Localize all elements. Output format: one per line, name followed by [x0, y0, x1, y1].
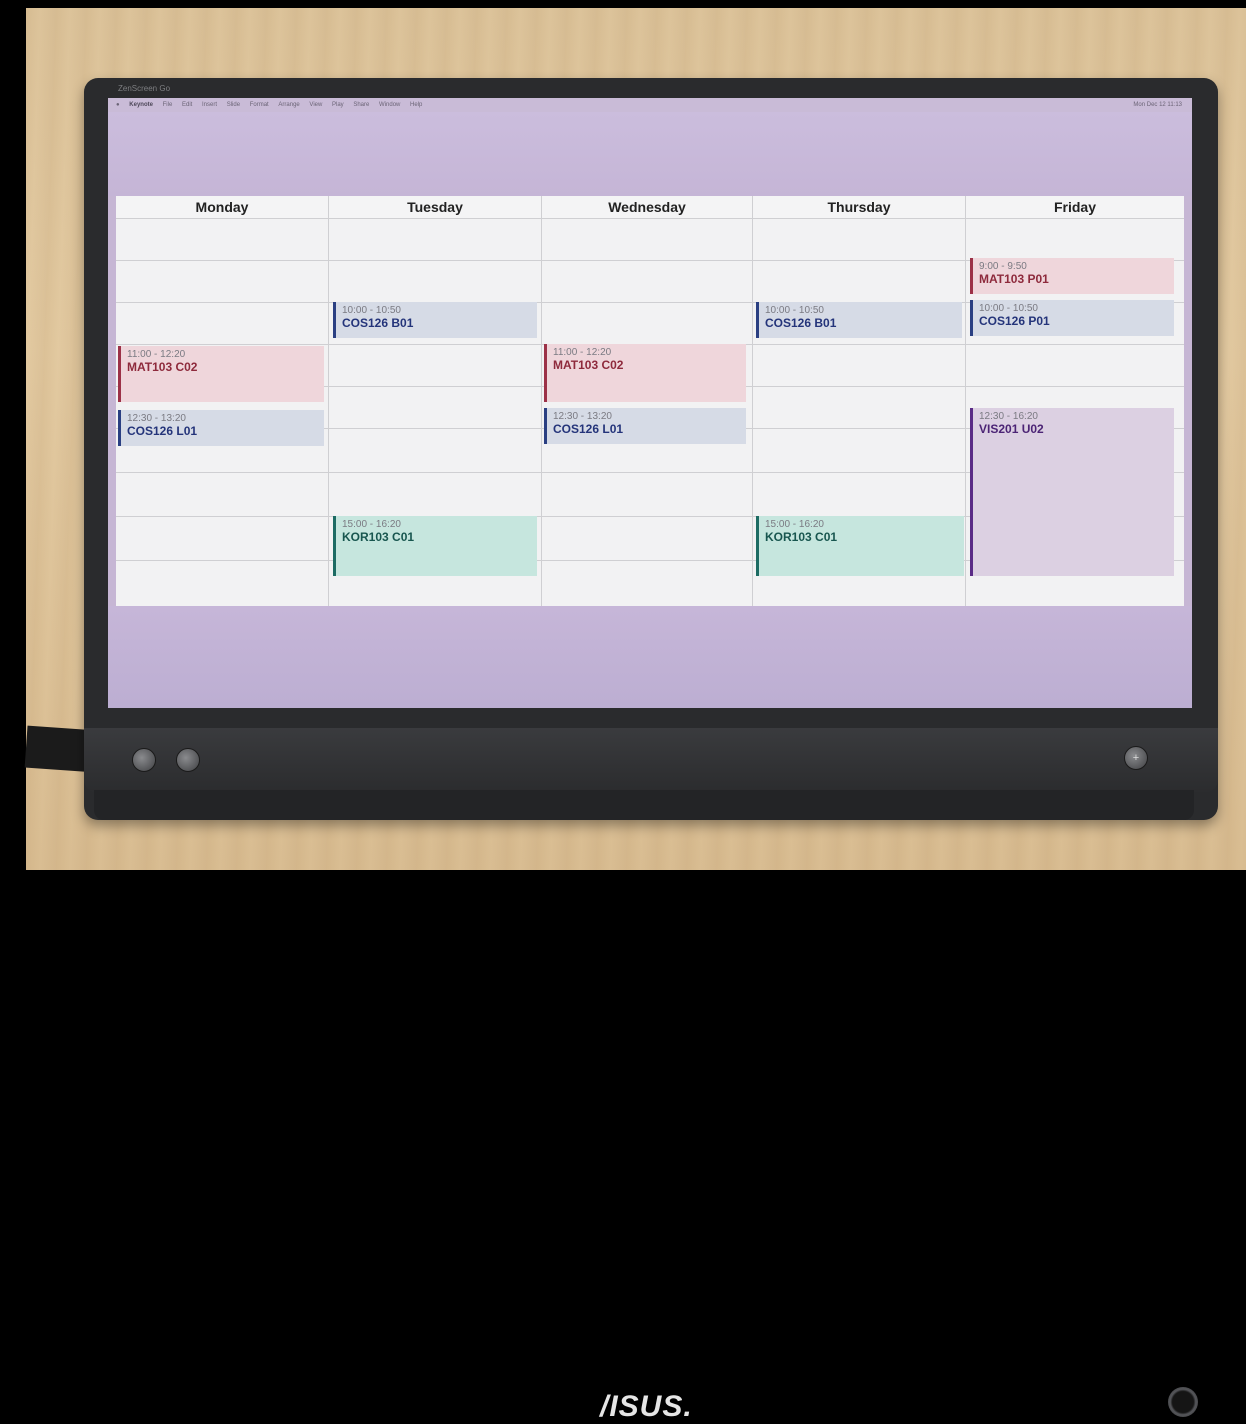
event-block[interactable]: 9:00 - 9:50 MAT103 P01 [970, 258, 1174, 294]
menu-item-edit[interactable]: Edit [182, 98, 192, 112]
event-block[interactable]: 10:00 - 10:50 COS126 B01 [756, 302, 962, 338]
event-time: 12:30 - 13:20 [127, 413, 186, 424]
event-title: MAT103 P01 [979, 272, 1049, 286]
event-time: 10:00 - 10:50 [342, 305, 401, 316]
menu-item-window[interactable]: Window [379, 98, 400, 112]
event-time: 12:30 - 16:20 [979, 411, 1038, 422]
hour-line [329, 428, 541, 429]
monitor-bottom-bezel: /ISUS. + [84, 728, 1218, 1423]
event-block[interactable]: 11:00 - 12:20 MAT103 C02 [118, 346, 324, 402]
apple-icon[interactable]: ● [116, 98, 120, 112]
day-header-thursday: Thursday [753, 196, 965, 219]
event-title: MAT103 C02 [127, 360, 198, 374]
event-title: COS126 L01 [553, 422, 624, 436]
menu-bar: ● Keynote File Edit Insert Slide Format … [108, 98, 1192, 112]
event-block[interactable]: 10:00 - 10:50 COS126 B01 [333, 302, 537, 338]
monitor-model-label: ZenScreen Go [118, 84, 171, 93]
hour-line [116, 302, 328, 303]
event-block[interactable]: 12:30 - 13:20 COS126 L01 [118, 410, 324, 446]
event-block[interactable]: 12:30 - 13:20 COS126 L01 [544, 408, 746, 444]
hour-line [966, 386, 1184, 387]
event-time: 9:00 - 9:50 [979, 261, 1027, 272]
event-block[interactable]: 15:00 - 16:20 KOR103 C01 [756, 516, 964, 576]
day-column-monday: Monday 11:00 - 12:20 MAT103 C02 12:30 - … [116, 196, 329, 606]
menu-item-arrange[interactable]: Arrange [278, 98, 299, 112]
hour-line [542, 472, 752, 473]
power-button[interactable] [1168, 1387, 1198, 1417]
event-title: COS126 B01 [342, 316, 414, 330]
event-block[interactable]: 10:00 - 10:50 COS126 P01 [970, 300, 1174, 336]
day-header-wednesday: Wednesday [542, 196, 752, 219]
hour-line [966, 344, 1184, 345]
day-column-tuesday: Tuesday 10:00 - 10:50 COS126 B01 15:00 -… [329, 196, 542, 606]
monitor-screen: ● Keynote File Edit Insert Slide Format … [108, 98, 1192, 708]
menu-item-insert[interactable]: Insert [202, 98, 217, 112]
menu-item-share[interactable]: Share [353, 98, 369, 112]
day-header-monday: Monday [116, 196, 328, 219]
hour-line [542, 302, 752, 303]
hour-line [329, 344, 541, 345]
menu-item-format[interactable]: Format [250, 98, 269, 112]
plus-hardware-button[interactable]: + [1124, 746, 1148, 770]
slide-top-band [108, 112, 1192, 196]
hour-line [542, 516, 752, 517]
event-title: COS126 P01 [979, 314, 1050, 328]
event-block[interactable]: 15:00 - 16:20 KOR103 C01 [333, 516, 537, 576]
hour-line [542, 560, 752, 561]
event-block[interactable]: 11:00 - 12:20 MAT103 C02 [544, 344, 746, 402]
hour-line [116, 472, 328, 473]
event-time: 11:00 - 12:20 [553, 347, 612, 358]
portable-monitor: ZenScreen Go ● Keynote File Edit Insert … [84, 78, 1218, 1423]
event-time: 10:00 - 10:50 [765, 305, 824, 316]
event-time: 15:00 - 16:20 [342, 519, 401, 530]
hour-line [329, 260, 541, 261]
menu-item-help[interactable]: Help [410, 98, 422, 112]
day-header-friday: Friday [966, 196, 1184, 219]
hour-line [329, 386, 541, 387]
event-time: 15:00 - 16:20 [765, 519, 824, 530]
menu-item-file[interactable]: File [163, 98, 173, 112]
menubar-clock[interactable]: Mon Dec 12 11:13 [1133, 98, 1182, 112]
hour-line [116, 344, 328, 345]
hour-line [753, 472, 965, 473]
event-title: MAT103 C02 [553, 358, 624, 372]
event-time: 11:00 - 12:20 [127, 349, 186, 360]
event-title: COS126 B01 [765, 316, 837, 330]
menu-item-play[interactable]: Play [332, 98, 344, 112]
slide-bottom-band [108, 606, 1192, 708]
event-time: 12:30 - 13:20 [553, 411, 612, 422]
day-column-friday: Friday 9:00 - 9:50 MAT103 P01 10:00 - 10… [966, 196, 1184, 606]
menu-item-slide[interactable]: Slide [227, 98, 240, 112]
menu-item-keynote[interactable]: Keynote [129, 98, 153, 112]
day-column-wednesday: Wednesday 11:00 - 12:20 MAT103 C02 12:30… [542, 196, 753, 606]
hour-line [542, 260, 752, 261]
hour-line [329, 472, 541, 473]
hour-line [116, 516, 328, 517]
hour-line [753, 344, 965, 345]
event-title: VIS201 U02 [979, 422, 1044, 436]
hour-line [116, 560, 328, 561]
hour-line [753, 260, 965, 261]
event-title: COS126 L01 [127, 424, 198, 438]
menu-hardware-button[interactable] [132, 748, 156, 772]
asus-logo: /ISUS. [600, 1390, 693, 1423]
brightness-hardware-button[interactable] [176, 748, 200, 772]
menu-item-view[interactable]: View [309, 98, 322, 112]
hour-line [116, 260, 328, 261]
weekly-timetable: Monday 11:00 - 12:20 MAT103 C02 12:30 - … [116, 196, 1184, 606]
event-title: KOR103 C01 [765, 530, 838, 544]
day-column-thursday: Thursday 10:00 - 10:50 COS126 B01 15:00 … [753, 196, 966, 606]
hour-line [753, 386, 965, 387]
day-header-tuesday: Tuesday [329, 196, 541, 219]
monitor-stand-cover [94, 790, 1194, 820]
event-block[interactable]: 12:30 - 16:20 VIS201 U02 [970, 408, 1174, 576]
hour-line [753, 428, 965, 429]
event-time: 10:00 - 10:50 [979, 303, 1038, 314]
event-title: KOR103 C01 [342, 530, 415, 544]
